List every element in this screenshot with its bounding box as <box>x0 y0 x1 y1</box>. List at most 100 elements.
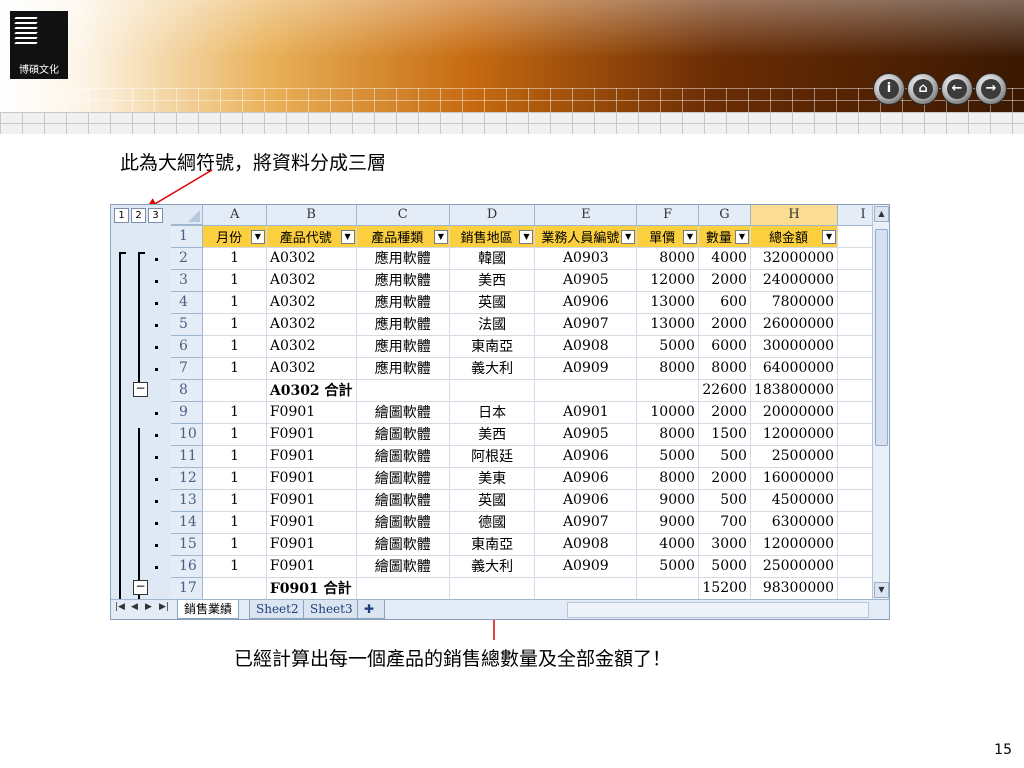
table-cell[interactable] <box>202 379 267 402</box>
table-cell[interactable]: 日本 <box>449 401 536 424</box>
outline-level-2-button[interactable]: 2 <box>131 208 146 223</box>
filter-header-cell[interactable]: 月份 ▼ <box>202 225 267 248</box>
column-header-a[interactable]: A <box>202 205 267 226</box>
filter-dropdown-icon[interactable]: ▼ <box>682 229 697 244</box>
table-cell[interactable]: 繪圖軟體 <box>356 423 450 446</box>
table-cell[interactable]: 500 <box>698 445 751 468</box>
filter-dropdown-icon[interactable]: ▼ <box>340 229 355 244</box>
table-cell[interactable]: 12000000 <box>750 533 839 556</box>
row-header[interactable]: 11 <box>171 445 204 468</box>
table-cell[interactable]: 26000000 <box>750 313 839 336</box>
scroll-thumb[interactable] <box>875 229 888 446</box>
table-cell[interactable]: F0901 <box>266 401 357 424</box>
filter-header-cell[interactable]: 產品種類 ▼ <box>356 225 450 248</box>
table-cell[interactable]: 25000000 <box>750 555 839 578</box>
table-cell[interactable]: F0901 <box>266 423 357 446</box>
table-cell[interactable]: 應用軟體 <box>356 269 450 292</box>
table-cell[interactable]: 1 <box>202 313 267 336</box>
row-header[interactable]: 12 <box>171 467 204 490</box>
row-header[interactable]: 15 <box>171 533 204 556</box>
horizontal-scrollbar[interactable] <box>567 602 869 618</box>
filter-header-cell[interactable]: 總金額 ▼ <box>750 225 839 248</box>
row-header[interactable]: 9 <box>171 401 204 424</box>
table-cell[interactable]: 1 <box>202 533 267 556</box>
filter-header-cell[interactable]: 單價 ▼ <box>636 225 699 248</box>
column-header-b[interactable]: B <box>266 205 357 226</box>
subtotal-label[interactable]: A0302 合計 <box>266 379 357 402</box>
table-cell[interactable]: 應用軟體 <box>356 247 450 270</box>
row-header[interactable]: 1 <box>171 225 204 248</box>
filter-dropdown-icon[interactable]: ▼ <box>250 229 265 244</box>
table-cell[interactable]: A0906 <box>534 291 638 314</box>
last-sheet-icon[interactable]: ▶| <box>159 602 169 612</box>
table-cell[interactable]: 2000 <box>698 313 751 336</box>
row-header[interactable]: 8 <box>171 379 204 402</box>
table-cell[interactable]: 1 <box>202 467 267 490</box>
table-cell[interactable]: 1500 <box>698 423 751 446</box>
table-cell[interactable]: 1 <box>202 555 267 578</box>
table-cell[interactable]: 5000 <box>636 555 699 578</box>
row-header[interactable]: 6 <box>171 335 204 358</box>
table-cell[interactable]: A0909 <box>534 555 638 578</box>
row-header[interactable]: 13 <box>171 489 204 512</box>
table-cell[interactable] <box>449 379 536 402</box>
table-cell[interactable]: A0907 <box>534 511 638 534</box>
column-header-e[interactable]: E <box>534 205 638 226</box>
filter-header-cell[interactable]: 產品代號 ▼ <box>266 225 357 248</box>
table-cell[interactable]: 1 <box>202 511 267 534</box>
column-header-g[interactable]: G <box>698 205 751 226</box>
table-cell[interactable]: A0906 <box>534 489 638 512</box>
table-cell[interactable]: 8000 <box>636 423 699 446</box>
collapse-group1-button[interactable]: − <box>133 382 148 397</box>
table-cell[interactable]: 10000 <box>636 401 699 424</box>
next-button[interactable]: → <box>975 73 1007 105</box>
info-button[interactable]: i <box>873 73 905 105</box>
table-cell[interactable]: A0302 <box>266 269 357 292</box>
table-cell[interactable]: 德國 <box>449 511 536 534</box>
table-cell[interactable]: 4500000 <box>750 489 839 512</box>
table-cell[interactable]: 16000000 <box>750 467 839 490</box>
row-header[interactable]: 10 <box>171 423 204 446</box>
table-cell[interactable]: A0906 <box>534 467 638 490</box>
table-cell[interactable]: 英國 <box>449 291 536 314</box>
table-cell[interactable]: A0901 <box>534 401 638 424</box>
vertical-scrollbar[interactable]: ▲ ▼ <box>872 205 889 599</box>
table-cell[interactable]: 7800000 <box>750 291 839 314</box>
table-cell[interactable]: 1 <box>202 423 267 446</box>
table-cell[interactable]: 20000000 <box>750 401 839 424</box>
table-cell[interactable]: 2000 <box>698 467 751 490</box>
select-all-button[interactable] <box>171 205 203 225</box>
table-cell[interactable]: 法國 <box>449 313 536 336</box>
table-cell[interactable]: 12000 <box>636 269 699 292</box>
table-cell[interactable]: 1 <box>202 247 267 270</box>
table-cell[interactable]: 9000 <box>636 511 699 534</box>
table-cell[interactable]: 義大利 <box>449 357 536 380</box>
table-cell[interactable]: A0302 <box>266 247 357 270</box>
table-cell[interactable]: 3000 <box>698 533 751 556</box>
table-cell[interactable]: 東南亞 <box>449 533 536 556</box>
column-header-d[interactable]: D <box>449 205 536 226</box>
table-cell[interactable]: F0901 <box>266 511 357 534</box>
table-cell[interactable]: 繪圖軟體 <box>356 533 450 556</box>
table-cell[interactable]: 5000 <box>636 445 699 468</box>
table-cell[interactable]: 1 <box>202 335 267 358</box>
table-cell[interactable]: 1 <box>202 357 267 380</box>
table-cell[interactable]: 13000 <box>636 313 699 336</box>
sheet-tab-sheet3[interactable]: Sheet3 <box>303 600 360 619</box>
table-cell[interactable]: 64000000 <box>750 357 839 380</box>
sheet-tab-sales[interactable]: 銷售業績 <box>177 600 240 619</box>
table-cell[interactable]: 繪圖軟體 <box>356 401 450 424</box>
table-cell[interactable]: 應用軟體 <box>356 357 450 380</box>
table-cell[interactable]: 4000 <box>636 533 699 556</box>
row-header[interactable]: 7 <box>171 357 204 380</box>
table-cell[interactable]: 8000 <box>636 357 699 380</box>
first-sheet-icon[interactable]: |◀ <box>115 602 125 612</box>
table-cell[interactable]: A0906 <box>534 445 638 468</box>
table-cell[interactable]: A0905 <box>534 423 638 446</box>
filter-dropdown-icon[interactable]: ▼ <box>734 229 749 244</box>
filter-header-cell[interactable]: 數量 ▼ <box>698 225 751 248</box>
table-cell[interactable]: A0302 <box>266 313 357 336</box>
table-cell[interactable]: 繪圖軟體 <box>356 445 450 468</box>
table-cell[interactable]: F0901 <box>266 445 357 468</box>
subtotal-quantity[interactable]: 22600 <box>698 379 751 402</box>
